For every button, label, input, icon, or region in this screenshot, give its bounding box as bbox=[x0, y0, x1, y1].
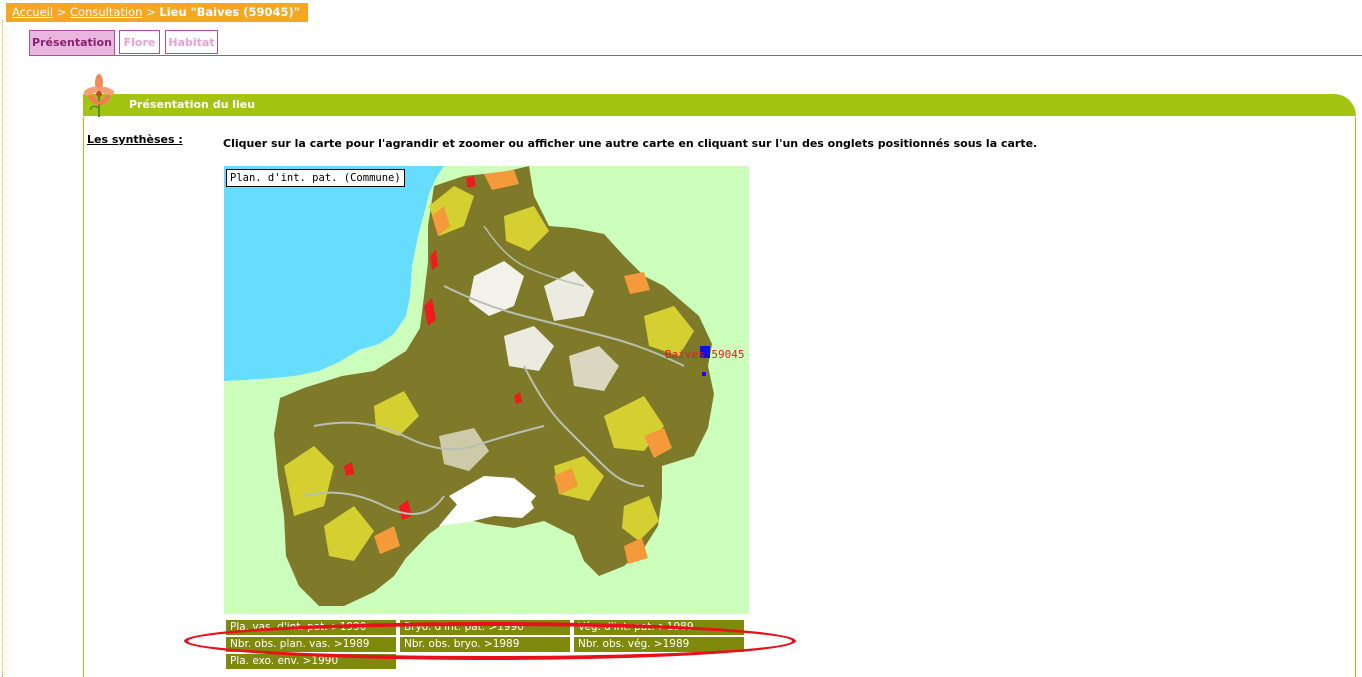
tabs-divider bbox=[29, 55, 1362, 56]
tab-presentation[interactable]: Présentation bbox=[29, 30, 115, 56]
flower-logo-icon bbox=[84, 74, 114, 117]
breadcrumb-current: Lieu "Baives (59045)" bbox=[159, 5, 300, 19]
highlight-annotation-ellipse bbox=[184, 622, 796, 660]
region-map[interactable]: Plan. d'int. pat. (Commune) Baives 59045 bbox=[224, 166, 749, 614]
map-instruction-text: Cliquer sur la carte pour l'agrandir et … bbox=[223, 137, 1038, 150]
tab-habitat[interactable]: Habitat bbox=[165, 30, 218, 54]
breadcrumb: Accueil > Consultation > Lieu "Baives (5… bbox=[6, 3, 308, 22]
left-dotted-border bbox=[2, 20, 3, 677]
breadcrumb-home-link[interactable]: Accueil bbox=[12, 5, 53, 19]
map-canvas bbox=[224, 166, 714, 606]
section-title: Présentation du lieu bbox=[129, 98, 256, 111]
map-marker-label: Baives 59045 bbox=[665, 348, 745, 361]
tab-flore[interactable]: Flore bbox=[119, 30, 160, 54]
breadcrumb-separator: > bbox=[142, 5, 160, 19]
section-header-bar bbox=[83, 94, 1356, 116]
map-legend-label: Plan. d'int. pat. (Commune) bbox=[226, 169, 405, 187]
breadcrumb-separator: > bbox=[53, 5, 71, 19]
syntheses-label: Les synthèses : bbox=[87, 133, 183, 146]
breadcrumb-consultation-link[interactable]: Consultation bbox=[70, 5, 142, 19]
